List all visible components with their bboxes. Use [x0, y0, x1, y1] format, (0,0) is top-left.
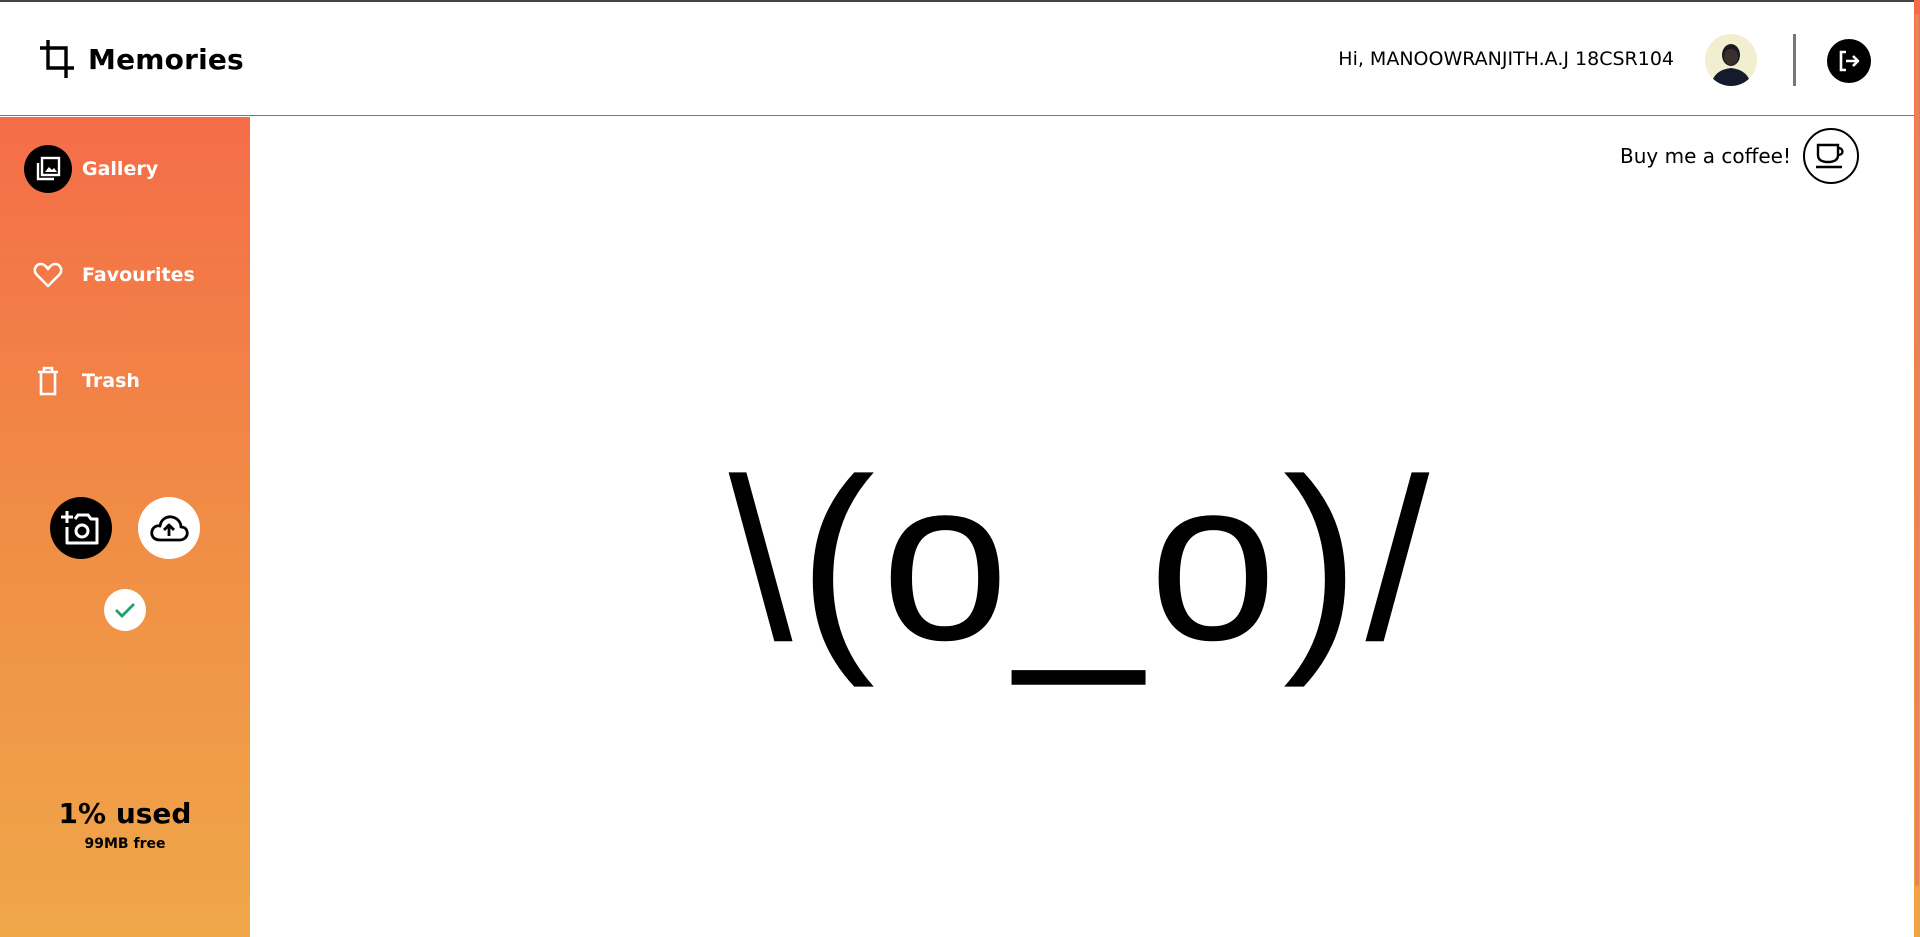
sidebar-item-favourites[interactable]: Favourites — [24, 251, 195, 299]
avatar-photo-icon — [1705, 34, 1757, 86]
sidebar-item-trash[interactable]: Trash — [24, 357, 140, 405]
storage-usage: 1% used 99MB free — [0, 797, 250, 852]
upload-status — [104, 589, 146, 631]
sidebar-item-label: Favourites — [82, 264, 195, 286]
coffee-button[interactable] — [1803, 128, 1859, 184]
cloud-upload-icon — [150, 515, 189, 542]
add-photo-camera-icon — [61, 511, 99, 545]
empty-state-emoticon: \(o_o)/ — [728, 431, 1436, 688]
coffee-label: Buy me a coffee! — [1620, 144, 1791, 168]
heart-icon — [24, 251, 72, 299]
sidebar-item-label: Trash — [82, 370, 140, 392]
gallery-icon — [24, 145, 72, 193]
check-icon — [115, 603, 135, 618]
sidebar: Gallery Favourites Trash 1% used 99MB fr… — [0, 117, 250, 937]
sidebar-item-label: Gallery — [82, 158, 159, 180]
upload-button[interactable] — [138, 497, 200, 559]
storage-used: 1% used — [58, 797, 192, 830]
trash-icon — [24, 357, 72, 405]
logout-button[interactable] — [1827, 39, 1871, 83]
app-title: Memories — [88, 42, 244, 76]
header-divider — [1793, 34, 1796, 86]
brand[interactable]: Memories — [38, 38, 244, 80]
add-photo-button[interactable] — [50, 497, 112, 559]
crop-logo-icon — [40, 40, 74, 78]
buy-coffee-link[interactable]: Buy me a coffee! — [1620, 128, 1859, 184]
user-greeting: Hi, MANOOWRANJITH.A.J 18CSR104 — [1338, 48, 1674, 70]
top-header: Memories Hi, MANOOWRANJITH.A.J 18CSR104 — [0, 2, 1914, 116]
user-avatar[interactable] — [1705, 34, 1757, 86]
logout-icon — [1839, 50, 1860, 72]
storage-free: 99MB free — [84, 836, 166, 852]
sidebar-item-gallery[interactable]: Gallery — [24, 145, 158, 193]
scrollbar-thumb[interactable] — [1915, 14, 1919, 886]
coffee-cup-icon — [1816, 143, 1844, 169]
